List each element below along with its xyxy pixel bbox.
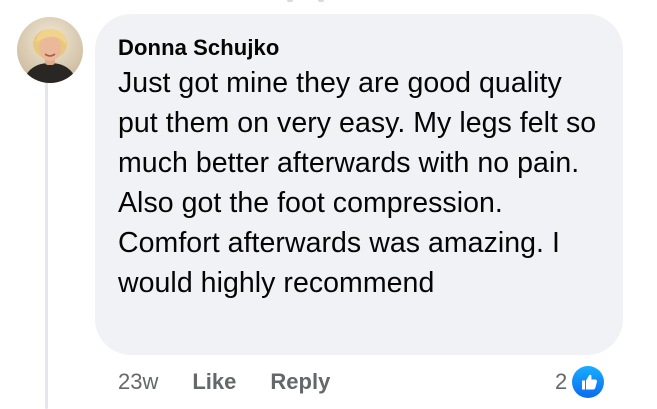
comment-actions: 23w Like Reply — [118, 367, 364, 397]
comment-bubble: Donna Schujko Just got mine they are goo… — [95, 14, 623, 355]
comment-author-name[interactable]: Donna Schujko — [118, 35, 279, 61]
avatar[interactable] — [17, 17, 83, 83]
previous-thread-marker — [287, 0, 293, 2]
reaction-badge — [570, 364, 607, 400]
comment-text: Just got mine they are good quality put … — [118, 67, 597, 299]
reaction-summary[interactable]: 2 — [555, 364, 607, 400]
comment-timestamp[interactable]: 23w — [118, 369, 158, 395]
thumbs-up-icon — [572, 366, 605, 398]
like-button[interactable]: Like — [192, 369, 236, 395]
reaction-count: 2 — [555, 369, 568, 394]
reply-button[interactable]: Reply — [270, 369, 330, 395]
profile-photo-icon — [17, 17, 83, 83]
previous-thread-marker — [318, 0, 324, 2]
reply-thread-line — [45, 82, 48, 409]
